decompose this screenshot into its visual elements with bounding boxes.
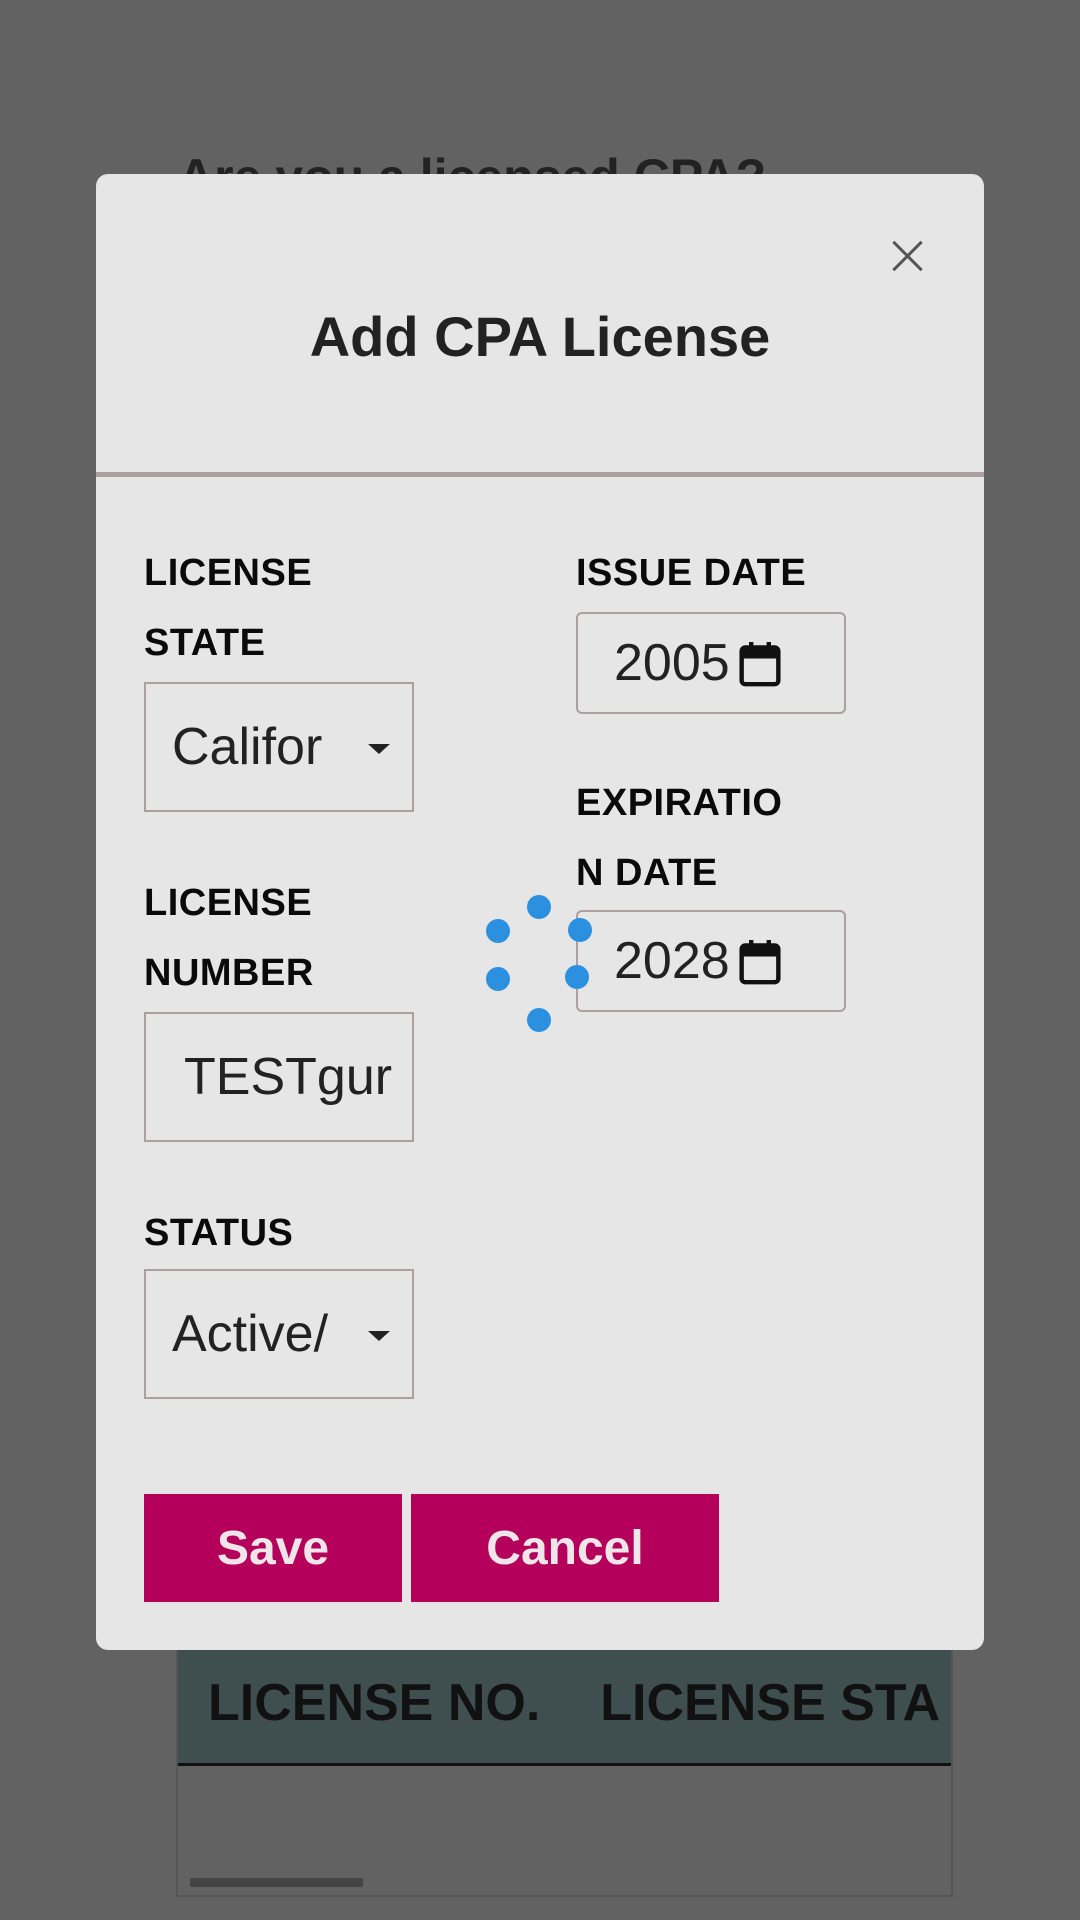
spinner-dot (527, 895, 551, 919)
header-divider (96, 472, 984, 477)
license-number-label: LICENSE NUMBER (144, 882, 314, 994)
issue-date-value: 2005 (614, 634, 730, 692)
save-button[interactable]: Save (144, 1494, 402, 1602)
table-scrollbar[interactable] (190, 1878, 363, 1887)
status-select[interactable]: Active/ (144, 1269, 414, 1399)
spinner-dot (565, 965, 589, 989)
license-state-value: Califor (172, 718, 323, 776)
cancel-button[interactable]: Cancel (411, 1494, 719, 1602)
loading-spinner-icon (480, 895, 600, 1045)
close-icon[interactable] (886, 234, 930, 278)
spinner-dot (486, 919, 510, 943)
license-state-label: LICENSE STATE (144, 552, 313, 664)
modal-title: Add CPA License (309, 305, 771, 368)
issue-date-label: ISSUE DATE (576, 552, 807, 594)
expiration-date-value: 2028 (614, 932, 730, 990)
status-value: Active/ (172, 1305, 329, 1363)
license-table-header: LICENSE NO. LICENSE STA (178, 1642, 951, 1766)
chevron-down-icon (368, 744, 390, 754)
calendar-icon[interactable] (738, 938, 782, 986)
license-number-input[interactable]: TESTgur (144, 1012, 414, 1142)
expiration-date-input[interactable]: 2028 (576, 910, 846, 1012)
chevron-down-icon (368, 1331, 390, 1341)
expiration-date-label: EXPIRATIO N DATE (576, 782, 783, 894)
status-label: STATUS (144, 1212, 294, 1254)
table-header-license-state: LICENSE STA (600, 1673, 941, 1732)
license-table: LICENSE NO. LICENSE STA (176, 1640, 953, 1897)
license-number-value: TESTgur (184, 1048, 393, 1106)
calendar-icon[interactable] (738, 640, 782, 688)
license-state-select[interactable]: Califor (144, 682, 414, 812)
modal-header: Add CPA License (96, 174, 984, 474)
spinner-dot (568, 918, 592, 942)
issue-date-input[interactable]: 2005 (576, 612, 846, 714)
table-header-license-no: LICENSE NO. (208, 1673, 541, 1732)
spinner-dot (527, 1008, 551, 1032)
spinner-dot (486, 967, 510, 991)
